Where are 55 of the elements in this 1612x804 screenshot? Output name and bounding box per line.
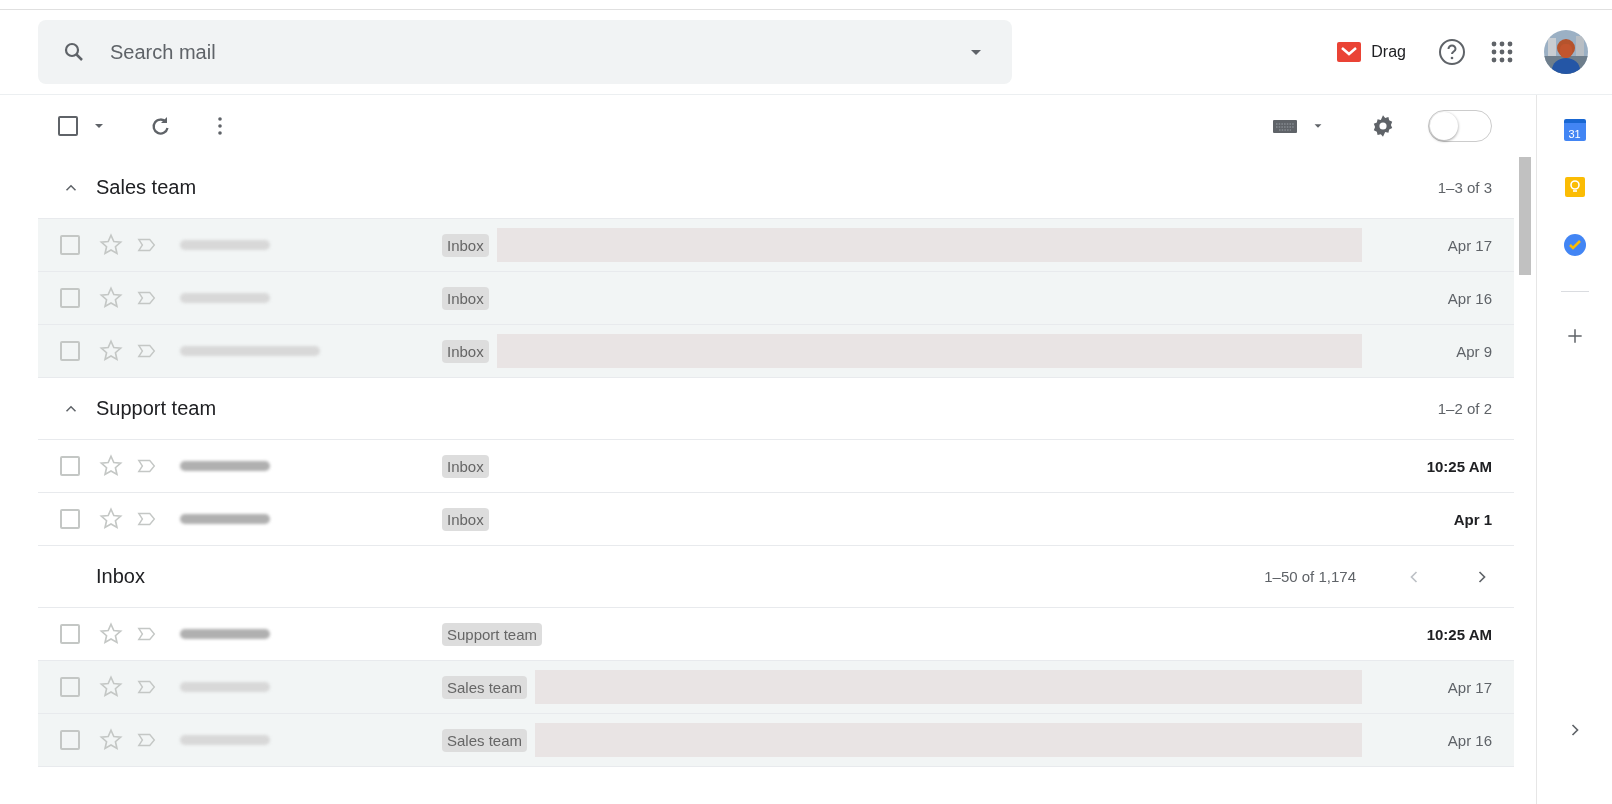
label-tag: Inbox [442,339,489,363]
star-icon[interactable] [98,727,124,753]
checkbox[interactable] [60,624,80,644]
mail-row[interactable]: Sales team Apr 16 [38,714,1514,767]
star-icon[interactable] [98,621,124,647]
mail-date: Apr 9 [1455,342,1492,360]
mail-date: Apr 16 [1446,289,1492,307]
mail-row[interactable]: Inbox Apr 9 [38,325,1514,378]
label-tag: Inbox [442,286,489,310]
star-icon[interactable] [98,506,124,532]
drag-button[interactable]: Drag [1337,42,1406,62]
label-tag: Inbox [442,233,489,257]
checkbox[interactable] [60,341,80,361]
label-tag: Inbox [442,454,489,478]
label-tag: Support team [442,622,543,646]
help-icon [1438,38,1466,66]
checkbox[interactable] [60,288,80,308]
checkbox[interactable] [60,456,80,476]
star-icon[interactable] [98,338,124,364]
label-tag: Inbox [442,507,489,531]
mail-date: Apr 16 [1446,731,1492,749]
label-tag: Sales team [442,675,528,699]
mail-date: Apr 1 [1452,510,1492,528]
checkbox[interactable] [60,677,80,697]
mail-date: Apr 17 [1446,236,1492,254]
star-icon[interactable] [98,453,124,479]
section-title: Inbox [96,565,145,588]
tasks-icon[interactable] [1562,233,1587,257]
search-field[interactable]: Search mail [38,20,1012,84]
mail-date: Apr 17 [1446,678,1492,696]
checkbox[interactable] [60,730,80,750]
message-count: 1–2 of 2 [1437,400,1492,417]
star-icon[interactable] [98,232,124,258]
mail-row[interactable]: Inbox Apr 16 [38,272,1514,325]
star-icon[interactable] [98,285,124,311]
apps-grid-icon [1490,40,1514,64]
star-icon[interactable] [98,674,124,700]
message-count: 1–50 of 1,174 [1264,568,1356,585]
label-tag: Sales team [442,728,528,752]
mail-row[interactable]: Inbox Apr 17 [38,219,1514,272]
toggle-switch[interactable] [1428,110,1492,142]
calendar-icon[interactable]: 31 [1563,119,1586,141]
select-all-checkbox[interactable] [58,116,78,136]
scrollbar-thumb[interactable] [1519,157,1531,275]
mail-date: 10:25 AM [1425,625,1492,643]
mail-date: 10:25 AM [1425,457,1492,475]
search-input[interactable]: Search mail [108,39,942,65]
section-title: Sales team [96,176,197,199]
message-count: 1–3 of 3 [1437,179,1492,196]
lightbulb-icon[interactable] [1562,175,1587,199]
envelope-icon [1337,42,1362,62]
checkbox[interactable] [60,235,80,255]
checkbox[interactable] [60,509,80,529]
mail-row[interactable]: Sales team Apr 17 [38,661,1514,714]
section-title: Support team [96,397,217,420]
